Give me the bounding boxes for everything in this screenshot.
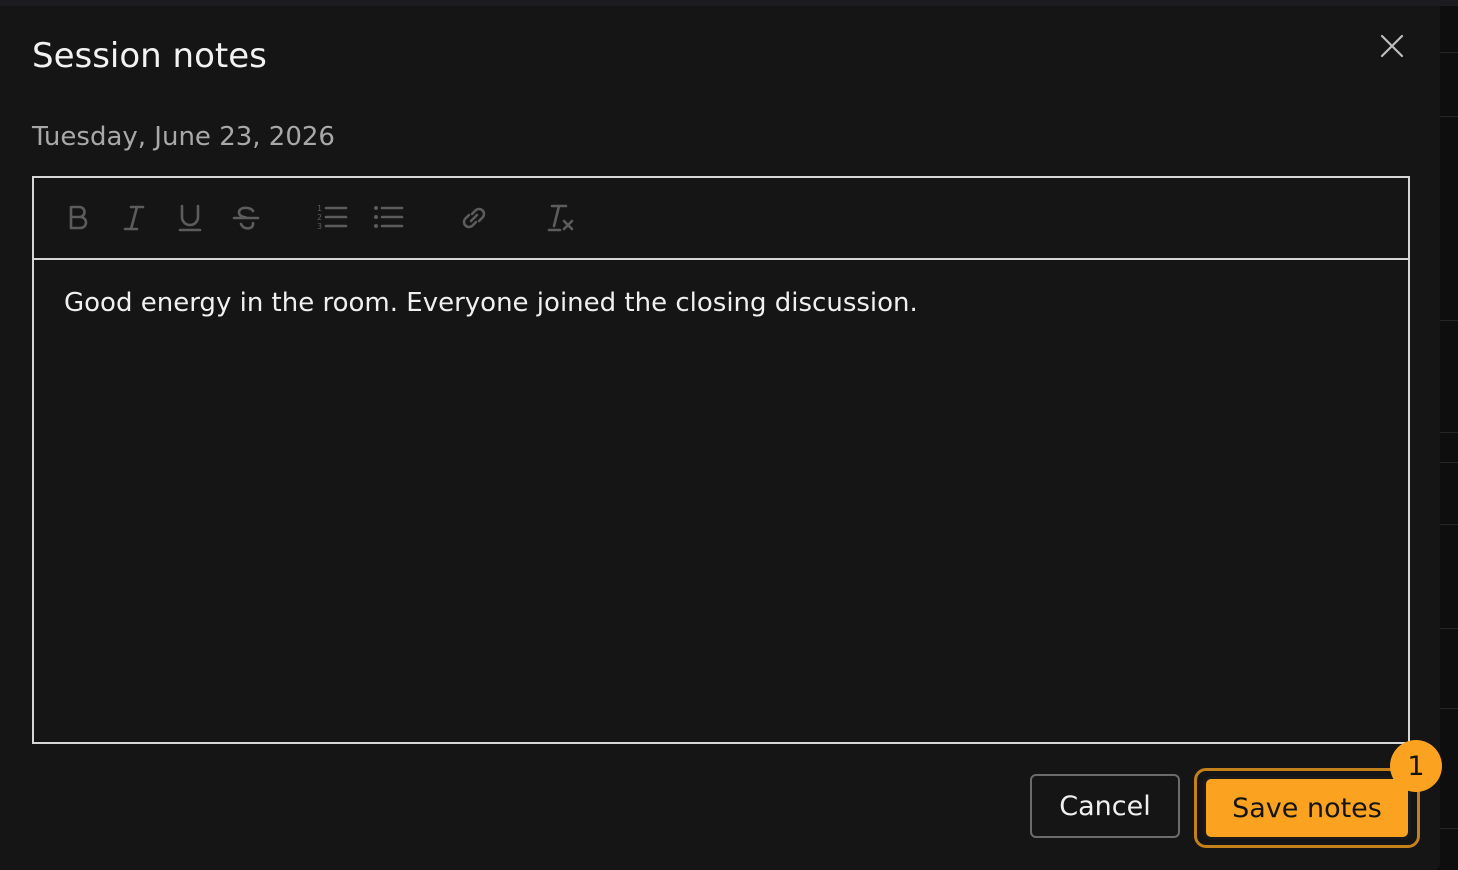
svg-text:2: 2 <box>317 213 322 222</box>
session-date: Tuesday, June 23, 2026 <box>32 122 335 152</box>
bullet-list-icon <box>374 206 404 228</box>
bold-icon <box>69 205 88 230</box>
link-icon <box>462 207 486 229</box>
svg-text:3: 3 <box>317 222 322 231</box>
link-button[interactable] <box>456 200 492 236</box>
bullet-list-button[interactable] <box>370 200 406 236</box>
clear-format-icon <box>547 204 574 232</box>
svg-text:1: 1 <box>317 204 322 213</box>
step-badge: 1 <box>1390 740 1442 792</box>
ordered-list-icon: 1 2 3 <box>317 204 348 231</box>
bold-button[interactable] <box>60 200 96 236</box>
strikethrough-icon <box>232 206 260 230</box>
rich-text-editor: 1 2 3 Good energy in the room. Everyone … <box>32 176 1410 744</box>
strikethrough-button[interactable] <box>228 200 264 236</box>
italic-button[interactable] <box>116 200 152 236</box>
underline-button[interactable] <box>172 200 208 236</box>
editor-toolbar: 1 2 3 <box>34 178 1408 260</box>
close-icon <box>1380 34 1404 58</box>
ordered-list-button[interactable]: 1 2 3 <box>314 200 350 236</box>
dialog-title: Session notes <box>32 36 267 76</box>
cancel-button[interactable]: Cancel <box>1030 774 1180 838</box>
close-button[interactable] <box>1372 26 1412 66</box>
underline-icon <box>178 204 202 232</box>
save-notes-button[interactable]: Save notes <box>1203 776 1411 840</box>
italic-icon <box>123 205 145 231</box>
background-page-edge <box>1440 6 1458 870</box>
session-notes-dialog: Session notes Tuesday, June 23, 2026 1 2… <box>0 6 1442 870</box>
clear-format-button[interactable] <box>542 200 578 236</box>
notes-content[interactable]: Good energy in the room. Everyone joined… <box>64 288 1378 318</box>
save-button-focus-ring: Save notes <box>1194 768 1420 848</box>
